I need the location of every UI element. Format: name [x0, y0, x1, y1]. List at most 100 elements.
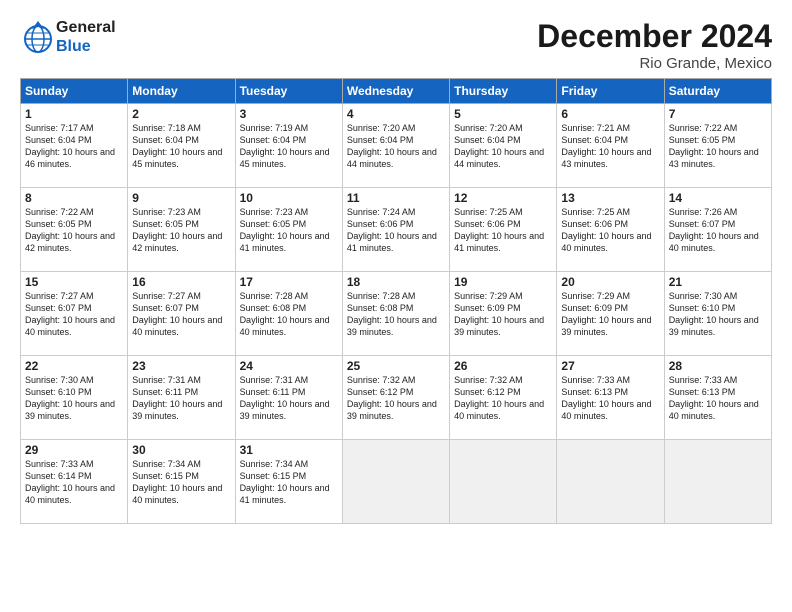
table-row: 27 Sunrise: 7:33 AM Sunset: 6:13 PM Dayl… — [557, 356, 664, 440]
day-number: 12 — [454, 191, 552, 205]
table-row — [557, 440, 664, 524]
day-info: Sunrise: 7:27 AM Sunset: 6:07 PM Dayligh… — [25, 290, 123, 339]
table-row: 29 Sunrise: 7:33 AM Sunset: 6:14 PM Dayl… — [21, 440, 128, 524]
table-row: 1 Sunrise: 7:17 AM Sunset: 6:04 PM Dayli… — [21, 104, 128, 188]
title-block: December 2024 Rio Grande, Mexico — [537, 18, 772, 72]
day-info: Sunrise: 7:23 AM Sunset: 6:05 PM Dayligh… — [240, 206, 338, 255]
logo-icon — [20, 19, 56, 55]
day-number: 16 — [132, 275, 230, 289]
table-row: 3 Sunrise: 7:19 AM Sunset: 6:04 PM Dayli… — [235, 104, 342, 188]
table-row: 19 Sunrise: 7:29 AM Sunset: 6:09 PM Dayl… — [450, 272, 557, 356]
calendar-header-row: Sunday Monday Tuesday Wednesday Thursday… — [21, 79, 772, 104]
day-info: Sunrise: 7:33 AM Sunset: 6:13 PM Dayligh… — [561, 374, 659, 423]
day-info: Sunrise: 7:21 AM Sunset: 6:04 PM Dayligh… — [561, 122, 659, 171]
logo: General Blue — [20, 18, 116, 56]
day-info: Sunrise: 7:23 AM Sunset: 6:05 PM Dayligh… — [132, 206, 230, 255]
col-friday: Friday — [557, 79, 664, 104]
day-number: 28 — [669, 359, 767, 373]
table-row: 18 Sunrise: 7:28 AM Sunset: 6:08 PM Dayl… — [342, 272, 449, 356]
table-row: 13 Sunrise: 7:25 AM Sunset: 6:06 PM Dayl… — [557, 188, 664, 272]
day-number: 19 — [454, 275, 552, 289]
day-number: 8 — [25, 191, 123, 205]
day-info: Sunrise: 7:28 AM Sunset: 6:08 PM Dayligh… — [347, 290, 445, 339]
day-info: Sunrise: 7:25 AM Sunset: 6:06 PM Dayligh… — [454, 206, 552, 255]
day-number: 29 — [25, 443, 123, 457]
day-info: Sunrise: 7:17 AM Sunset: 6:04 PM Dayligh… — [25, 122, 123, 171]
page: General Blue December 2024 Rio Grande, M… — [0, 0, 792, 612]
table-row — [450, 440, 557, 524]
table-row: 26 Sunrise: 7:32 AM Sunset: 6:12 PM Dayl… — [450, 356, 557, 440]
day-number: 23 — [132, 359, 230, 373]
table-row: 20 Sunrise: 7:29 AM Sunset: 6:09 PM Dayl… — [557, 272, 664, 356]
logo-text: General Blue — [56, 18, 116, 56]
table-row: 21 Sunrise: 7:30 AM Sunset: 6:10 PM Dayl… — [664, 272, 771, 356]
col-wednesday: Wednesday — [342, 79, 449, 104]
table-row: 10 Sunrise: 7:23 AM Sunset: 6:05 PM Dayl… — [235, 188, 342, 272]
day-number: 31 — [240, 443, 338, 457]
table-row: 24 Sunrise: 7:31 AM Sunset: 6:11 PM Dayl… — [235, 356, 342, 440]
week-row-1: 8 Sunrise: 7:22 AM Sunset: 6:05 PM Dayli… — [21, 188, 772, 272]
day-info: Sunrise: 7:22 AM Sunset: 6:05 PM Dayligh… — [25, 206, 123, 255]
day-info: Sunrise: 7:22 AM Sunset: 6:05 PM Dayligh… — [669, 122, 767, 171]
header: General Blue December 2024 Rio Grande, M… — [20, 18, 772, 72]
table-row: 23 Sunrise: 7:31 AM Sunset: 6:11 PM Dayl… — [128, 356, 235, 440]
table-row: 15 Sunrise: 7:27 AM Sunset: 6:07 PM Dayl… — [21, 272, 128, 356]
day-number: 30 — [132, 443, 230, 457]
day-info: Sunrise: 7:29 AM Sunset: 6:09 PM Dayligh… — [454, 290, 552, 339]
day-info: Sunrise: 7:31 AM Sunset: 6:11 PM Dayligh… — [240, 374, 338, 423]
table-row: 30 Sunrise: 7:34 AM Sunset: 6:15 PM Dayl… — [128, 440, 235, 524]
table-row: 28 Sunrise: 7:33 AM Sunset: 6:13 PM Dayl… — [664, 356, 771, 440]
table-row: 2 Sunrise: 7:18 AM Sunset: 6:04 PM Dayli… — [128, 104, 235, 188]
col-sunday: Sunday — [21, 79, 128, 104]
day-number: 11 — [347, 191, 445, 205]
day-number: 4 — [347, 107, 445, 121]
table-row — [342, 440, 449, 524]
day-number: 22 — [25, 359, 123, 373]
table-row: 14 Sunrise: 7:26 AM Sunset: 6:07 PM Dayl… — [664, 188, 771, 272]
day-info: Sunrise: 7:34 AM Sunset: 6:15 PM Dayligh… — [132, 458, 230, 507]
week-row-3: 22 Sunrise: 7:30 AM Sunset: 6:10 PM Dayl… — [21, 356, 772, 440]
day-number: 21 — [669, 275, 767, 289]
day-info: Sunrise: 7:28 AM Sunset: 6:08 PM Dayligh… — [240, 290, 338, 339]
day-number: 24 — [240, 359, 338, 373]
col-saturday: Saturday — [664, 79, 771, 104]
location: Rio Grande, Mexico — [537, 55, 772, 72]
calendar-table: Sunday Monday Tuesday Wednesday Thursday… — [20, 78, 772, 524]
day-info: Sunrise: 7:30 AM Sunset: 6:10 PM Dayligh… — [25, 374, 123, 423]
day-number: 6 — [561, 107, 659, 121]
day-number: 14 — [669, 191, 767, 205]
day-info: Sunrise: 7:20 AM Sunset: 6:04 PM Dayligh… — [347, 122, 445, 171]
day-number: 3 — [240, 107, 338, 121]
table-row: 4 Sunrise: 7:20 AM Sunset: 6:04 PM Dayli… — [342, 104, 449, 188]
col-monday: Monday — [128, 79, 235, 104]
day-number: 5 — [454, 107, 552, 121]
day-number: 13 — [561, 191, 659, 205]
day-info: Sunrise: 7:34 AM Sunset: 6:15 PM Dayligh… — [240, 458, 338, 507]
day-number: 26 — [454, 359, 552, 373]
day-number: 7 — [669, 107, 767, 121]
day-number: 17 — [240, 275, 338, 289]
day-info: Sunrise: 7:18 AM Sunset: 6:04 PM Dayligh… — [132, 122, 230, 171]
table-row: 22 Sunrise: 7:30 AM Sunset: 6:10 PM Dayl… — [21, 356, 128, 440]
week-row-2: 15 Sunrise: 7:27 AM Sunset: 6:07 PM Dayl… — [21, 272, 772, 356]
day-number: 18 — [347, 275, 445, 289]
table-row: 11 Sunrise: 7:24 AM Sunset: 6:06 PM Dayl… — [342, 188, 449, 272]
table-row: 7 Sunrise: 7:22 AM Sunset: 6:05 PM Dayli… — [664, 104, 771, 188]
day-info: Sunrise: 7:24 AM Sunset: 6:06 PM Dayligh… — [347, 206, 445, 255]
table-row: 25 Sunrise: 7:32 AM Sunset: 6:12 PM Dayl… — [342, 356, 449, 440]
day-info: Sunrise: 7:33 AM Sunset: 6:14 PM Dayligh… — [25, 458, 123, 507]
table-row: 12 Sunrise: 7:25 AM Sunset: 6:06 PM Dayl… — [450, 188, 557, 272]
table-row — [664, 440, 771, 524]
day-info: Sunrise: 7:29 AM Sunset: 6:09 PM Dayligh… — [561, 290, 659, 339]
day-info: Sunrise: 7:32 AM Sunset: 6:12 PM Dayligh… — [347, 374, 445, 423]
day-info: Sunrise: 7:33 AM Sunset: 6:13 PM Dayligh… — [669, 374, 767, 423]
col-tuesday: Tuesday — [235, 79, 342, 104]
day-number: 1 — [25, 107, 123, 121]
col-thursday: Thursday — [450, 79, 557, 104]
day-info: Sunrise: 7:20 AM Sunset: 6:04 PM Dayligh… — [454, 122, 552, 171]
week-row-4: 29 Sunrise: 7:33 AM Sunset: 6:14 PM Dayl… — [21, 440, 772, 524]
day-number: 9 — [132, 191, 230, 205]
day-info: Sunrise: 7:27 AM Sunset: 6:07 PM Dayligh… — [132, 290, 230, 339]
day-number: 10 — [240, 191, 338, 205]
week-row-0: 1 Sunrise: 7:17 AM Sunset: 6:04 PM Dayli… — [21, 104, 772, 188]
